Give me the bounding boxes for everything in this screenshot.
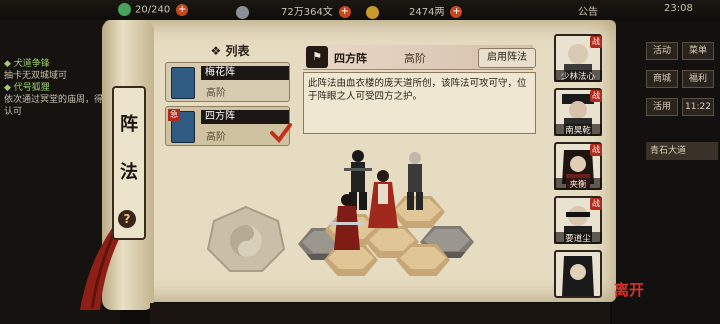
- urgent-badge: 急: [168, 109, 180, 121]
- top-resource-bar: 20/240 + 72万364文 + 2474两 + 公告 23:08: [0, 0, 720, 20]
- portrait-name: 夹衡: [554, 178, 602, 190]
- stamina-icon: [118, 3, 131, 16]
- quest-text: 依次通过冥堂的庙周，得到认可: [4, 95, 113, 117]
- description-text: 此阵法由血衣楼的庞天道所创，该阵法可攻可守，位于阵眼之人可受四方之护。: [308, 78, 527, 102]
- battle-mark: 战: [590, 36, 602, 48]
- portrait-name: 要道尘: [554, 232, 602, 244]
- activity-use-button[interactable]: 活用: [646, 98, 678, 116]
- detail-name: 四方阵: [334, 52, 367, 65]
- quest-title: ◆ 代号狐狸: [4, 83, 50, 93]
- welfare-button[interactable]: 福利: [682, 70, 714, 88]
- clock: 23:08: [664, 3, 693, 14]
- character-gray-monk[interactable]: [398, 150, 432, 212]
- menu-button[interactable]: 菜单: [682, 42, 714, 60]
- battle-mark: 战: [590, 198, 602, 210]
- character-portrait: [562, 256, 594, 296]
- character-crimson-warrior[interactable]: [328, 192, 366, 258]
- book-icon: [171, 67, 195, 99]
- formation-level: 高阶: [206, 88, 226, 99]
- portrait-name: 南昊乾: [554, 124, 602, 136]
- bagua-emblem: [206, 205, 286, 272]
- character-red-robe[interactable]: [364, 168, 402, 234]
- detail-level: 高阶: [404, 52, 426, 65]
- tab-char: 阵: [120, 114, 138, 135]
- help-icon[interactable]: ?: [118, 210, 136, 228]
- battle-mark: 战: [590, 144, 602, 156]
- shop-button[interactable]: 商城: [646, 70, 678, 88]
- gold-value: 2474两: [409, 7, 445, 18]
- leave-button[interactable]: 离开: [614, 283, 646, 317]
- activity-button[interactable]: 活动: [646, 42, 678, 60]
- gold-icon: [366, 5, 379, 19]
- gold-display: 2474两 +: [366, 3, 463, 19]
- portrait-5[interactable]: [554, 250, 602, 298]
- stamina-display: 20/240 +: [118, 3, 189, 16]
- check-icon: [270, 123, 292, 143]
- battle-mark: 战: [590, 90, 602, 102]
- enable-formation-button[interactable]: 启用阵法: [478, 48, 536, 68]
- list-title: ❖ 列表: [210, 44, 250, 58]
- time-label: 11:22: [682, 98, 714, 116]
- silver-value: 72万364文: [281, 7, 333, 18]
- formation-card-plum[interactable]: 梅花阵 高阶: [165, 62, 290, 102]
- formation-name: 梅花阵: [201, 66, 289, 80]
- right-menu-panel: 活动 菜单 商城 福利 活用 11:22 青石大道: [612, 20, 720, 324]
- formation-name: 四方阵: [201, 110, 289, 124]
- quest-tracker[interactable]: ◆ 犬道争锋 抽卡无双城域可 ◆ 代号狐狸 依次通过冥堂的庙周，得到认可: [4, 58, 114, 118]
- flag-icon: ⚑: [306, 46, 328, 68]
- add-gold-button[interactable]: +: [450, 6, 463, 18]
- formation-level: 高阶: [206, 132, 226, 143]
- bottom-menu-strip: [150, 303, 610, 324]
- silver-icon: [236, 5, 249, 19]
- stamina-value: 20/240: [135, 4, 171, 16]
- silver-display: 72万364文 +: [236, 3, 351, 19]
- portrait-name: 少林法心: [554, 70, 602, 82]
- quest-text: 抽卡无双城域可: [4, 71, 68, 81]
- announcement-button[interactable]: 公告: [578, 3, 598, 18]
- add-silver-button[interactable]: +: [338, 6, 351, 18]
- add-stamina-button[interactable]: +: [176, 3, 189, 16]
- tab-char: 法: [120, 162, 138, 183]
- quest-title: ◆ 犬道争锋: [4, 59, 50, 69]
- location-label: 青石大道: [646, 142, 718, 160]
